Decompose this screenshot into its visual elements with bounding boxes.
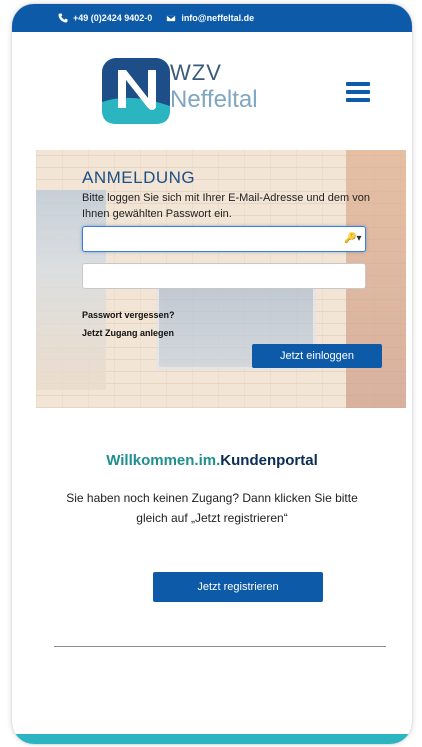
logo-mark-icon [102, 58, 170, 124]
section-divider [54, 646, 386, 647]
logo-text-wzv: WZV [170, 60, 222, 85]
forgot-password-link[interactable]: Passwort vergessen? [82, 310, 175, 320]
welcome-word-2: im [198, 452, 217, 469]
email-address: info@neffeltal.de [181, 13, 255, 23]
menu-bar [346, 98, 370, 102]
password-manager-key-icon[interactable]: 🔑▾ [344, 233, 362, 245]
hamburger-menu-icon[interactable] [346, 82, 370, 102]
welcome-text: Sie haben noch keinen Zugang? Dann klick… [66, 491, 358, 525]
welcome-word-1: Willkommen [106, 452, 195, 469]
phone-frame: +49 (0)2424 9402-0 info@neffeltal.de WZV… [12, 4, 412, 744]
phone-icon [58, 13, 68, 23]
site-header: WZV Neffeltal [12, 32, 412, 150]
register-button[interactable]: Jetzt registrieren [153, 572, 323, 602]
phone-number: +49 (0)2424 9402-0 [73, 13, 153, 23]
login-button[interactable]: Jetzt einloggen [252, 344, 382, 368]
email-contact[interactable]: info@neffeltal.de [166, 13, 254, 23]
menu-bar [346, 90, 370, 94]
email-input[interactable] [82, 226, 366, 252]
footer-accent-bar [12, 734, 412, 744]
logo-text-neffeltal: Neffeltal [170, 86, 258, 113]
envelope-icon [166, 14, 177, 22]
menu-bar [346, 82, 370, 86]
site-logo[interactable]: WZV Neffeltal [100, 56, 280, 132]
create-account-link[interactable]: Jetzt Zugang anlegen [82, 328, 174, 338]
password-input[interactable] [82, 263, 366, 289]
welcome-heading: Willkommen.im.Kundenportal [12, 452, 412, 469]
welcome-word-3: Kundenportal [220, 452, 318, 469]
login-title: ANMELDUNG [82, 168, 196, 187]
login-section: ANMELDUNG Bitte loggen Sie sich mit Ihre… [36, 150, 406, 408]
phone-contact[interactable]: +49 (0)2424 9402-0 [58, 13, 152, 23]
login-description: Bitte loggen Sie sich mit Ihrer E-Mail-A… [82, 192, 370, 220]
contact-bar: +49 (0)2424 9402-0 info@neffeltal.de [12, 4, 412, 32]
